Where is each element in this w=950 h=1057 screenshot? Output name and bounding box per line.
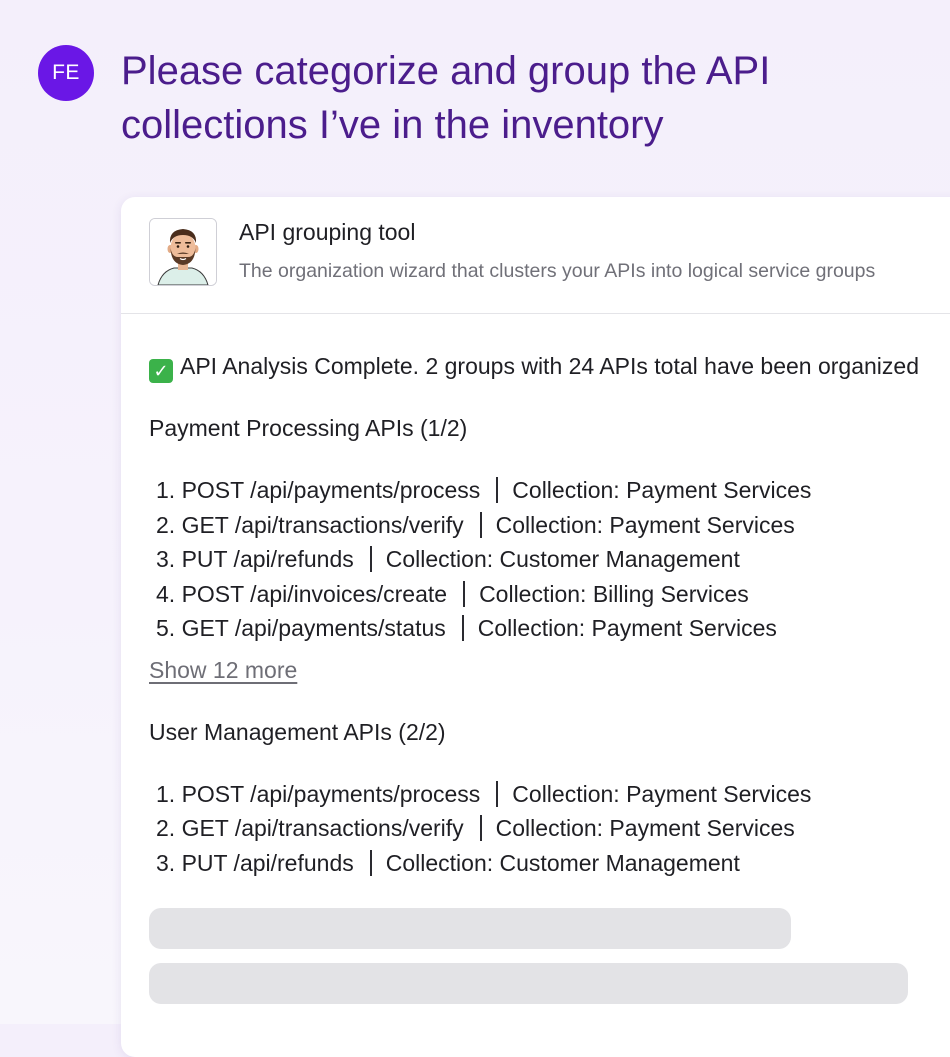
list-item: 2. GET /api/transactions/verify Collectio…: [149, 811, 950, 846]
list-item: 5. GET /api/payments/status Collection: P…: [149, 611, 950, 646]
tool-response-card: API grouping tool The organization wizar…: [121, 197, 950, 1057]
item-index: 1.: [156, 780, 176, 807]
item-index: 1.: [156, 477, 176, 503]
list-item: 1. POST /api/payments/process Collection:…: [149, 473, 950, 508]
loading-skeleton-bar: [149, 908, 791, 949]
api-endpoint: GET /api/transactions/verify: [181, 815, 464, 841]
api-endpoint: POST /api/payments/process: [181, 780, 481, 807]
api-endpoint: POST /api/payments/process: [181, 477, 481, 503]
api-collection: Collection: Payment Services: [512, 780, 812, 807]
api-collection: Collection: Customer Management: [385, 546, 740, 572]
show-more-link[interactable]: Show 12 more: [149, 653, 297, 687]
api-endpoint: GET /api/transactions/verify: [181, 511, 464, 538]
separator: [463, 580, 466, 607]
separator: [369, 849, 372, 876]
api-list-user-management: 1. POST /api/payments/process Collection:…: [149, 777, 950, 881]
api-collection: Collection: Payment Services: [477, 615, 777, 641]
api-collection: Collection: Billing Services: [479, 580, 749, 607]
item-index: 4.: [156, 580, 176, 607]
item-index: 3.: [156, 849, 176, 876]
separator: [496, 477, 499, 503]
list-item: 1. POST /api/payments/process Collection:…: [149, 777, 950, 812]
list-item: 3. PUT /api/refunds Collection: Customer …: [149, 846, 950, 881]
separator: [369, 546, 372, 572]
loading-skeleton-bar: [149, 963, 908, 1004]
api-endpoint: GET /api/payments/status: [181, 615, 446, 641]
group-title-payment-processing: Payment Processing APIs (1/2): [149, 415, 468, 441]
avatar-illustration: [150, 219, 216, 285]
summary-text: API Analysis Complete. 2 groups with 24 …: [180, 353, 919, 379]
api-collection: Collection: Payment Services: [495, 511, 795, 538]
api-endpoint: POST /api/invoices/create: [181, 580, 448, 607]
list-item: 2. GET /api/transactions/verify Collectio…: [149, 508, 950, 543]
api-endpoint: PUT /api/refunds: [181, 849, 354, 876]
tool-header: API grouping tool The organization wizar…: [121, 197, 950, 314]
separator: [479, 815, 482, 841]
item-index: 5.: [156, 615, 176, 641]
item-index: 2.: [156, 815, 176, 841]
user-avatar: FE: [38, 45, 94, 101]
tool-title: API grouping tool: [239, 219, 416, 245]
separator: [461, 615, 464, 641]
separator: [479, 511, 482, 538]
api-endpoint: PUT /api/refunds: [181, 546, 354, 572]
list-item: 3. PUT /api/refunds Collection: Customer …: [149, 542, 950, 577]
user-prompt: Please categorize and group the API coll…: [121, 49, 771, 147]
check-mark-icon: ✓: [149, 359, 173, 383]
api-collection: Collection: Payment Services: [512, 477, 812, 503]
api-list-payment-processing: 1. POST /api/payments/process Collection:…: [149, 473, 950, 646]
api-collection: Collection: Customer Management: [385, 849, 740, 876]
item-index: 3.: [156, 546, 176, 572]
tool-subtitle: The organization wizard that clusters yo…: [239, 260, 876, 282]
tool-result-content: ✓ API Analysis Complete. 2 groups with 24…: [149, 349, 950, 880]
group-title-user-management: User Management APIs (2/2): [149, 718, 446, 745]
api-collection: Collection: Payment Services: [495, 815, 795, 841]
list-item: 4. POST /api/invoices/create Collection: …: [149, 577, 950, 612]
bearded-man-avatar-icon: [149, 218, 217, 286]
analysis-summary: ✓ API Analysis Complete. 2 groups with 24…: [149, 349, 950, 383]
separator: [496, 780, 499, 807]
item-index: 2.: [156, 511, 176, 538]
